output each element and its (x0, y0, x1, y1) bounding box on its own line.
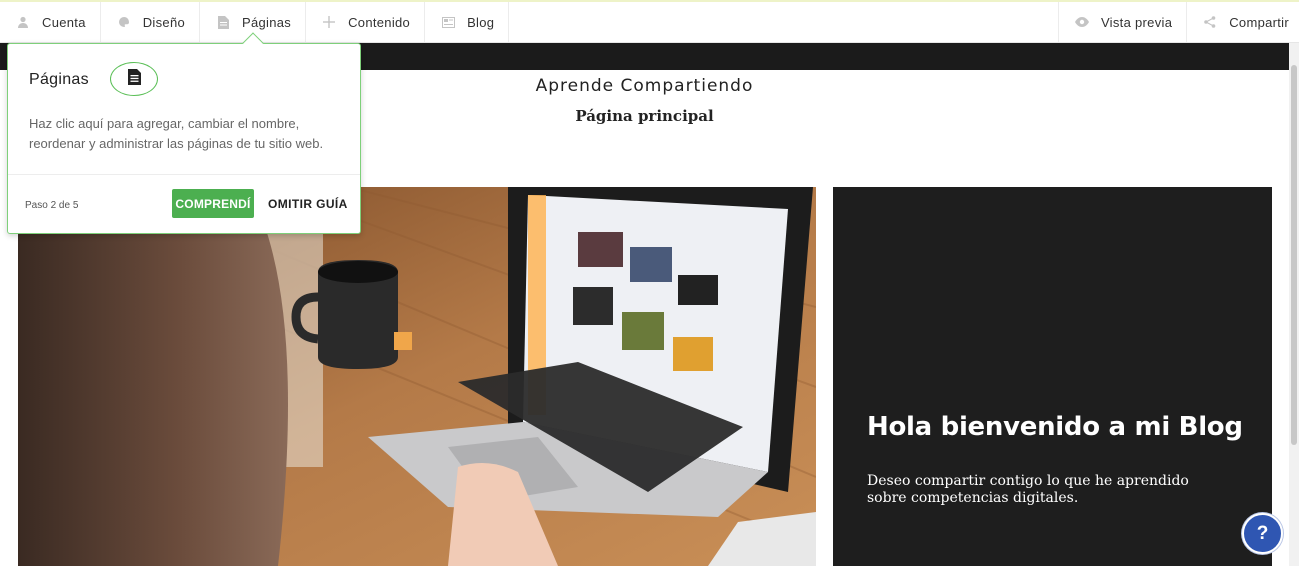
nav-compartir-label: Compartir (1229, 14, 1289, 30)
nav-paginas-label: Páginas (242, 14, 292, 30)
nav-paginas[interactable]: Páginas (200, 2, 307, 42)
tooltip-body: Haz clic aquí para agregar, cambiar el n… (29, 116, 324, 151)
hero-description: Deseo compartir contigo lo que he aprend… (867, 473, 1189, 506)
hero-image-laptop (18, 187, 816, 566)
blog-icon (441, 15, 455, 29)
tooltip-title: Páginas (29, 71, 89, 88)
scrollbar[interactable] (1289, 43, 1299, 566)
nav-compartir[interactable]: Compartir (1186, 2, 1299, 42)
page-icon (216, 15, 230, 29)
palette-icon (117, 15, 131, 29)
nav-blog[interactable]: Blog (425, 2, 510, 42)
tooltip-page-icon-highlight (110, 62, 158, 96)
nav-blog-label: Blog (467, 14, 495, 30)
nav-diseno[interactable]: Diseño (101, 2, 201, 42)
user-icon (16, 15, 30, 29)
understood-button[interactable]: COMPRENDÍ (172, 189, 254, 218)
plus-icon (322, 15, 336, 29)
nav-contenido-label: Contenido (348, 14, 411, 30)
nav-vista-previa-label: Vista previa (1100, 14, 1173, 30)
tooltip-step-counter: Paso 2 de 5 (25, 200, 79, 211)
top-toolbar: Cuenta Diseño Páginas Contenido Blog Vis… (0, 0, 1299, 43)
nav-contenido[interactable]: Contenido (306, 2, 426, 42)
nav-cuenta[interactable]: Cuenta (0, 2, 101, 42)
help-button[interactable]: ? (1242, 513, 1283, 554)
hero-text-panel: Hola bienvenido a mi Blog Deseo comparti… (833, 187, 1272, 566)
nav-diseno-label: Diseño (142, 14, 186, 30)
laptop-photo-illustration (18, 187, 816, 566)
toolbar-left: Cuenta Diseño Páginas Contenido Blog (0, 2, 510, 42)
document-icon (127, 68, 141, 90)
tooltip-divider (8, 174, 360, 175)
hero-heading: Hola bienvenido a mi Blog (867, 412, 1243, 442)
guide-tooltip: Páginas Haz clic aquí para agregar, camb… (7, 43, 361, 234)
skip-guide-button[interactable]: OMITIR GUÍA (268, 189, 348, 218)
share-icon (1203, 15, 1217, 29)
scrollbar-thumb[interactable] (1291, 65, 1297, 445)
toolbar-right: Vista previa Compartir (1057, 2, 1299, 42)
nav-vista-previa[interactable]: Vista previa (1057, 2, 1186, 42)
nav-cuenta-label: Cuenta (42, 14, 86, 30)
eye-icon (1074, 15, 1089, 29)
